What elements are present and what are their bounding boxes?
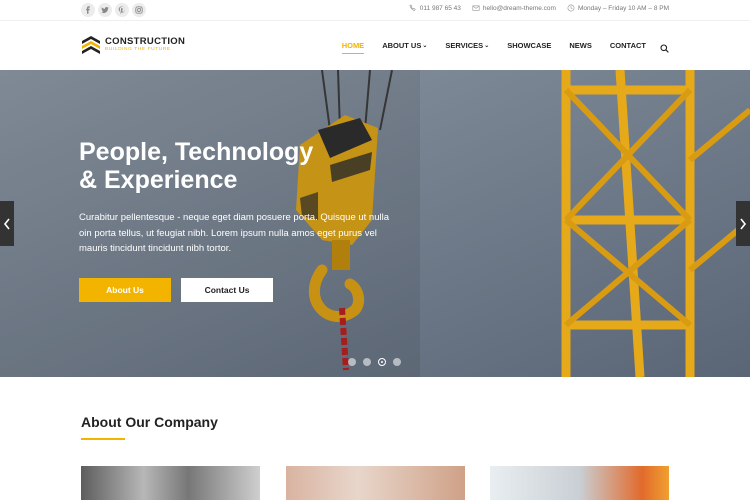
contact-us-button[interactable]: Contact Us [181,278,273,302]
about-image-blueprint[interactable] [286,466,465,500]
about-image-machinery[interactable] [81,466,260,500]
nav-services-label: SERVICES [445,41,484,50]
phone-contact[interactable]: 011 987 65 43 [409,4,461,12]
nav-news[interactable]: NEWS [569,41,592,50]
hero-title: People, Technology & Experience [79,138,399,194]
chevron-right-icon [740,218,747,229]
slider-pagination [348,358,401,366]
slide-dot-1[interactable] [348,358,356,366]
hero-title-line-2: & Experience [79,166,238,194]
chevron-down-icon: ⌄ [484,43,490,49]
phone-number: 011 987 65 43 [419,4,461,12]
instagram-icon[interactable] [132,3,146,17]
slide-dot-2[interactable] [363,358,371,366]
about-us-button[interactable]: About Us [79,278,171,302]
site-logo[interactable]: CONSTRUCTION BUILDING THE FUTURE [81,35,185,55]
top-bar: 011 987 65 43 hello@dream-theme.com Mond… [0,0,750,20]
facebook-icon[interactable] [81,3,95,17]
nav-about-us-label: ABOUT US [382,41,422,50]
email-contact[interactable]: hello@dream-theme.com [472,4,556,12]
pinterest-icon[interactable] [115,3,129,17]
slider-prev-button[interactable] [0,201,14,246]
phone-icon [409,4,416,11]
logo-name: CONSTRUCTION [105,36,186,47]
opening-hours: Monday – Friday 10 AM – 8 PM [577,4,669,12]
contact-info: 011 987 65 43 hello@dream-theme.com Mond… [409,4,669,12]
nav-showcase-label: SHOWCASE [507,41,552,50]
nav-home-label: HOME [341,41,365,50]
main-nav: HOME ABOUT US ⌄ SERVICES ⌄ SHOWCASE NEWS… [324,41,646,54]
slide-dot-3-active[interactable] [378,358,386,366]
search-icon[interactable] [660,40,669,53]
hero-title-line-1: People, Technology [79,138,314,166]
slider-next-button[interactable] [736,201,750,246]
social-links [81,3,146,17]
logo-mark-icon [82,36,100,54]
email-address: hello@dream-theme.com [482,4,556,12]
chevron-left-icon [3,218,10,229]
nav-about-us[interactable]: ABOUT US ⌄ [382,41,427,50]
nav-contact-label: CONTACT [609,41,646,50]
nav-contact[interactable]: CONTACT [610,41,646,50]
clock-icon [567,4,575,12]
about-section-title: About Our Company [81,414,218,430]
title-underline [81,438,125,440]
hero-slider: People, Technology & Experience Curabitu… [0,70,750,377]
logo-tagline: BUILDING THE FUTURE [105,47,171,52]
site-header: CONSTRUCTION BUILDING THE FUTURE HOME AB… [0,20,750,70]
chevron-down-icon: ⌄ [422,43,428,49]
slide-dot-4[interactable] [393,358,401,366]
envelope-icon [472,5,480,11]
nav-home[interactable]: HOME [341,41,365,54]
nav-news-label: NEWS [569,41,592,50]
hero-description: Curabitur pellentesque - neque eget diam… [79,212,390,254]
twitter-icon[interactable] [98,3,112,17]
hours-contact: Monday – Friday 10 AM – 8 PM [567,4,669,12]
about-image-concrete-truck[interactable] [490,466,669,500]
logo-text: CONSTRUCTION BUILDING THE FUTURE [105,37,185,53]
nav-services[interactable]: SERVICES ⌄ [445,41,489,50]
nav-showcase[interactable]: SHOWCASE [507,41,551,50]
